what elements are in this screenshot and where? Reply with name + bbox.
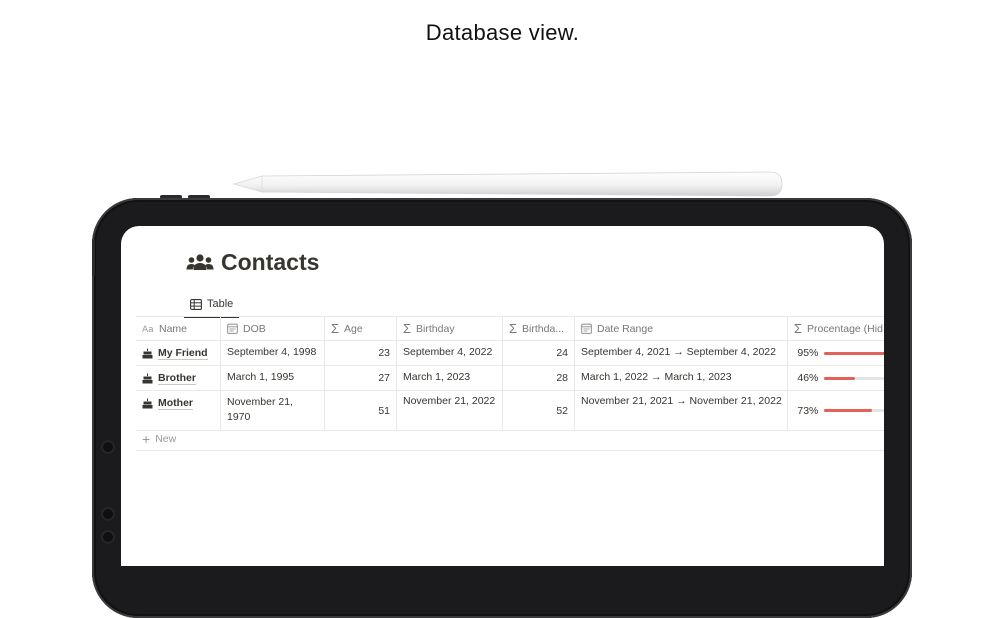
birthday-age-cell: 24 <box>503 341 575 365</box>
table-icon <box>190 298 202 310</box>
age-cell: 27 <box>325 366 397 390</box>
progress-bar-fill <box>824 351 884 355</box>
progress-bar <box>824 351 884 355</box>
calendar-icon <box>581 323 592 334</box>
column-header-birthday[interactable]: Σ Birthday <box>397 317 503 340</box>
date-range-cell[interactable]: November 21, 2021 → November 21, 2022 <box>575 391 788 430</box>
table-row[interactable]: My Friend September 4, 1998 23 September… <box>136 341 884 366</box>
divider <box>136 450 884 451</box>
birthday-cake-icon <box>142 398 153 409</box>
percentage-cell: 95% <box>788 341 884 365</box>
camera-dot <box>101 530 115 544</box>
age-cell: 51 <box>325 391 397 430</box>
name-cell[interactable]: My Friend <box>136 341 221 365</box>
dob-cell[interactable]: March 1, 1995 <box>221 366 325 390</box>
sigma-icon: Σ <box>331 321 340 336</box>
date-range-cell[interactable]: March 1, 2022 → March 1, 2023 <box>575 366 788 390</box>
people-group-icon <box>186 253 214 270</box>
table-row[interactable]: Brother March 1, 1995 27 March 1, 2023 2… <box>136 366 884 391</box>
new-row-label: New <box>155 433 177 445</box>
contacts-table: Aa Name DOB Σ Age Σ Birthday Σ Birthda..… <box>136 316 884 431</box>
percentage-value: 95% <box>797 347 819 359</box>
text-aa-icon: Aa <box>142 325 154 333</box>
page-title: Contacts <box>185 249 319 276</box>
birthday-cell: September 4, 2022 <box>397 341 503 365</box>
apple-pencil-icon <box>232 171 783 197</box>
name-cell[interactable]: Brother <box>136 366 221 390</box>
row-page-link[interactable]: My Friend <box>142 347 208 360</box>
birthday-cell: November 21, 2022 <box>397 391 503 430</box>
table-header-row: Aa Name DOB Σ Age Σ Birthday Σ Birthda..… <box>136 317 884 341</box>
name-cell[interactable]: Mother <box>136 391 221 430</box>
birthday-cake-icon <box>142 348 153 358</box>
new-row-button[interactable]: + New <box>142 431 177 447</box>
column-header-age[interactable]: Σ Age <box>325 317 397 340</box>
dob-cell[interactable]: November 21, 1970 <box>221 391 325 430</box>
column-header-date-range[interactable]: Date Range <box>575 317 788 340</box>
column-header-dob[interactable]: DOB <box>221 317 325 340</box>
percentage-value: 73% <box>797 404 819 417</box>
percentage-cell: 73% <box>788 391 884 430</box>
camera-dot <box>101 440 115 454</box>
calendar-icon <box>227 323 238 334</box>
birthday-age-cell: 28 <box>503 366 575 390</box>
sigma-icon: Σ <box>509 321 518 336</box>
progress-bar <box>824 409 884 412</box>
side-button <box>92 240 95 276</box>
percentage-cell: 46% <box>788 366 884 390</box>
camera-dot <box>101 507 115 521</box>
birthday-age-cell: 52 <box>503 391 575 430</box>
page-title-text: Contacts <box>221 249 320 275</box>
column-header-birthday-age[interactable]: Σ Birthda... <box>503 317 575 340</box>
table-row[interactable]: Mother November 21, 1970 51 November 21,… <box>136 391 884 431</box>
row-page-link[interactable]: Mother <box>142 397 193 410</box>
tab-table-label: Table <box>207 298 234 310</box>
date-range-cell[interactable]: September 4, 2021 → September 4, 2022 <box>575 341 788 365</box>
ipad-screen: Contacts Table Aa Name DOB Σ Age Σ Birth… <box>121 226 884 566</box>
sigma-icon: Σ <box>794 321 803 336</box>
dob-cell[interactable]: September 4, 1998 <box>221 341 325 365</box>
plus-icon: + <box>142 431 151 447</box>
tab-table-view[interactable]: Table <box>184 292 240 318</box>
progress-bar <box>824 376 884 380</box>
row-page-link[interactable]: Brother <box>142 372 196 385</box>
caption: Database view. <box>425 20 580 45</box>
sigma-icon: Σ <box>403 321 412 336</box>
percentage-value: 46% <box>797 372 819 384</box>
svg-text:Aa: Aa <box>142 325 154 333</box>
age-cell: 23 <box>325 341 397 365</box>
progress-bar-fill <box>824 409 873 412</box>
birthday-cell: March 1, 2023 <box>397 366 503 390</box>
column-header-percentage[interactable]: Σ Procentage (Hid <box>788 317 884 340</box>
column-header-name[interactable]: Aa Name <box>136 317 221 340</box>
progress-bar-fill <box>824 376 855 380</box>
birthday-cake-icon <box>142 373 153 383</box>
